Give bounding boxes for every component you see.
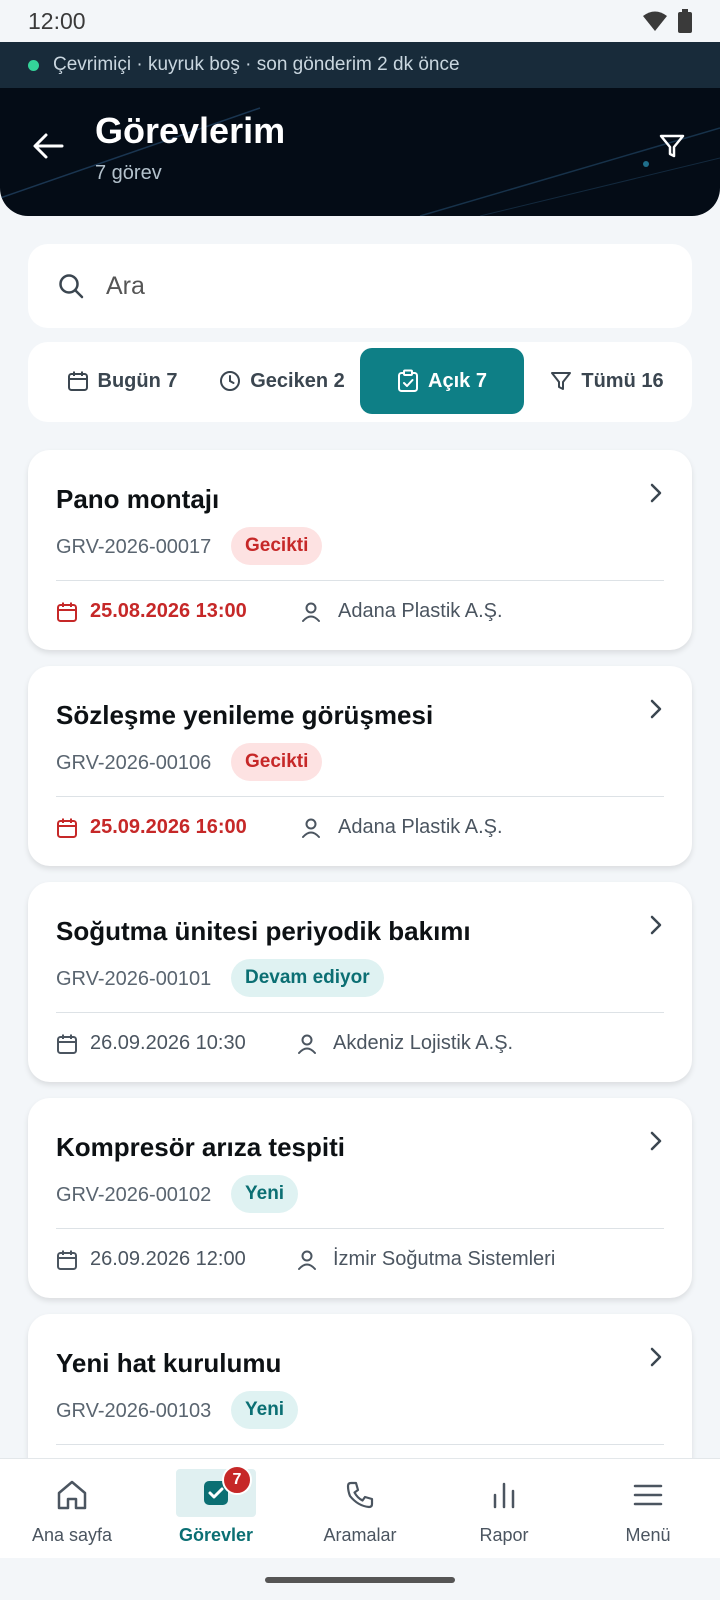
task-date: 26.09.2026 12:00 bbox=[90, 1248, 246, 1270]
gesture-bar bbox=[0, 1558, 720, 1600]
tab-overdue-label: Geciken 2 bbox=[250, 369, 345, 392]
task-date: 26.09.2026 10:30 bbox=[90, 1032, 246, 1054]
nav-calls-label: Aramalar bbox=[323, 1525, 397, 1545]
wifi-icon bbox=[643, 11, 667, 31]
tab-all-label: Tümü 16 bbox=[581, 369, 664, 392]
home-icon bbox=[57, 1480, 87, 1510]
nav-menu-label: Menü bbox=[625, 1525, 671, 1545]
nav-tasks[interactable]: 7 Görevler bbox=[144, 1459, 288, 1559]
nav-report-icon-wrap bbox=[481, 1475, 527, 1515]
task-title: Kompresör arıza tespiti bbox=[56, 1132, 345, 1162]
page-title: Görevlerim bbox=[95, 110, 286, 151]
back-button[interactable] bbox=[28, 126, 68, 166]
calendar-icon bbox=[57, 1034, 77, 1054]
nav-calls[interactable]: Aramalar bbox=[288, 1459, 432, 1559]
app-header: Çevrimiçi · kuyruk boş · son gönderim 2 … bbox=[0, 42, 720, 216]
filter-button[interactable] bbox=[650, 124, 694, 168]
calendar-icon bbox=[67, 371, 88, 391]
chevron-right-icon bbox=[650, 483, 662, 503]
clock-icon bbox=[220, 371, 241, 391]
calendar-icon bbox=[57, 818, 77, 838]
calendar-icon bbox=[57, 1250, 77, 1270]
nav-calls-icon-wrap bbox=[337, 1475, 383, 1515]
filter-icon bbox=[551, 372, 572, 390]
task-card[interactable]: Soğutma ünitesi periyodik bakımı GRV-202… bbox=[28, 882, 692, 1082]
tab-overdue[interactable]: Geciken 2 bbox=[206, 348, 358, 414]
filter-icon bbox=[659, 134, 685, 158]
task-date: 25.08.2026 13:00 bbox=[90, 600, 247, 622]
clipboard-check-icon bbox=[398, 369, 419, 392]
person-icon bbox=[302, 602, 320, 622]
home-gesture-handle[interactable] bbox=[265, 1577, 455, 1583]
online-dot bbox=[28, 59, 39, 71]
status-badge: Yeni bbox=[231, 1175, 299, 1213]
nav-home-icon-wrap bbox=[49, 1475, 95, 1515]
divider bbox=[56, 1228, 664, 1229]
task-code: GRV-2026-00101 bbox=[56, 968, 212, 990]
nav-home-label: Ana sayfa bbox=[31, 1525, 113, 1545]
task-card[interactable]: Pano montajı GRV-2026-00017 Gecikti 25.0… bbox=[28, 450, 692, 650]
status-badge: Gecikti bbox=[231, 527, 323, 565]
filter-tabs: Bugün 7 Geciken 2 Açık 7 Tümü 16 bbox=[28, 342, 692, 422]
bottom-navigation: Ana sayfa 7 Görevler Aramalar Rapor Menü bbox=[0, 1458, 720, 1558]
task-customer: Adana Plastik A.Ş. bbox=[338, 816, 503, 838]
chevron-right-icon bbox=[650, 1347, 662, 1367]
chevron-right-icon bbox=[650, 1131, 662, 1151]
status-badge: Yeni bbox=[231, 1391, 299, 1429]
battery-icon bbox=[678, 9, 692, 33]
menu-icon bbox=[633, 1484, 663, 1506]
task-date: 25.09.2026 16:00 bbox=[90, 816, 247, 838]
divider bbox=[56, 1012, 664, 1013]
nav-report[interactable]: Rapor bbox=[432, 1459, 576, 1559]
chevron-right-icon bbox=[650, 915, 662, 935]
nav-report-label: Rapor bbox=[479, 1525, 529, 1545]
nav-menu[interactable]: Menü bbox=[576, 1459, 720, 1559]
connection-text: Çevrimiçi · kuyruk boş · son gönderim 2 … bbox=[53, 54, 460, 75]
person-icon bbox=[302, 818, 320, 838]
nav-home[interactable]: Ana sayfa bbox=[0, 1459, 144, 1559]
nav-menu-icon-wrap bbox=[625, 1475, 671, 1515]
status-badge: Devam ediyor bbox=[231, 959, 384, 997]
task-code: GRV-2026-00103 bbox=[56, 1400, 212, 1422]
task-title: Sözleşme yenileme görüşmesi bbox=[56, 700, 434, 730]
nav-tasks-badge: 7 bbox=[222, 1465, 252, 1495]
divider bbox=[56, 1444, 664, 1445]
tab-today-label: Bugün 7 bbox=[97, 369, 178, 392]
task-customer: İzmir Soğutma Sistemleri bbox=[333, 1248, 556, 1270]
phone-icon bbox=[346, 1481, 374, 1509]
search-icon bbox=[59, 274, 84, 299]
arrow-left-icon bbox=[33, 133, 64, 159]
task-title: Soğutma ünitesi periyodik bakımı bbox=[56, 916, 471, 946]
task-card[interactable]: Kompresör arıza tespiti GRV-2026-00102 Y… bbox=[28, 1098, 692, 1298]
status-bar: 12:00 bbox=[0, 0, 720, 42]
header-decoration bbox=[0, 107, 720, 216]
task-count: 7 görev bbox=[95, 162, 162, 184]
divider bbox=[56, 580, 664, 581]
connection-status: Çevrimiçi · kuyruk boş · son gönderim 2 … bbox=[0, 42, 720, 88]
divider bbox=[56, 796, 664, 797]
tab-open-label: Açık 7 bbox=[428, 369, 487, 392]
nav-tasks-label: Görevler bbox=[178, 1525, 254, 1545]
task-title: Yeni hat kurulumu bbox=[56, 1348, 282, 1378]
tab-today[interactable]: Bugün 7 bbox=[48, 348, 196, 414]
task-customer: Adana Plastik A.Ş. bbox=[338, 600, 503, 622]
status-badge: Gecikti bbox=[231, 743, 323, 781]
person-icon bbox=[298, 1250, 316, 1270]
task-title: Pano montajı bbox=[56, 484, 220, 514]
status-icons bbox=[642, 9, 692, 33]
task-code: GRV-2026-00017 bbox=[56, 536, 212, 558]
task-code: GRV-2026-00102 bbox=[56, 1184, 212, 1206]
person-icon bbox=[298, 1034, 316, 1054]
status-time: 12:00 bbox=[28, 7, 86, 34]
search-box[interactable] bbox=[28, 244, 692, 328]
chevron-right-icon bbox=[650, 699, 662, 719]
tab-all[interactable]: Tümü 16 bbox=[532, 348, 682, 414]
task-customer: Akdeniz Lojistik A.Ş. bbox=[333, 1032, 514, 1054]
calendar-icon bbox=[57, 602, 77, 622]
bar-chart-icon bbox=[493, 1482, 515, 1509]
search-input[interactable] bbox=[106, 271, 626, 301]
tab-open[interactable]: Açık 7 bbox=[360, 348, 524, 414]
task-card[interactable]: Sözleşme yenileme görüşmesi GRV-2026-001… bbox=[28, 666, 692, 866]
task-code: GRV-2026-00106 bbox=[56, 752, 212, 774]
